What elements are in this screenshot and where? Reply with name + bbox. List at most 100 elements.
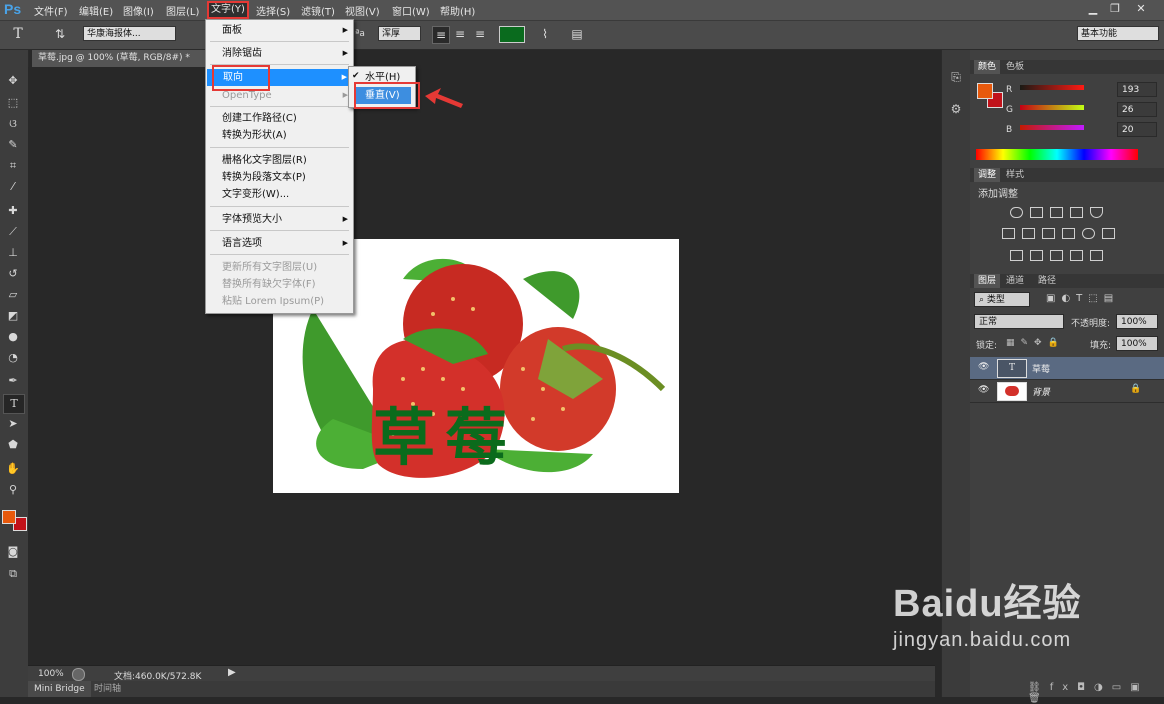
align-left-icon[interactable]: ≡ <box>432 26 450 44</box>
menu-item-paste-lorem[interactable]: 粘贴 Lorem Ipsum(P) <box>206 293 353 310</box>
restore-icon[interactable]: ❐ <box>1106 2 1124 16</box>
tab-paths[interactable]: 路径 <box>1034 274 1060 288</box>
b-value[interactable]: 20 <box>1117 122 1157 137</box>
lock-icons[interactable]: ▦✎✥🔒 <box>1006 338 1065 348</box>
r-value[interactable]: 193 <box>1117 82 1157 97</box>
curves-icon[interactable] <box>1050 207 1063 218</box>
align-right-icon[interactable]: ≡ <box>472 26 488 42</box>
invert-icon[interactable] <box>1010 250 1023 261</box>
menu-item-antialias[interactable]: 消除锯齿 ▶ <box>206 45 353 62</box>
eyedropper-tool-icon[interactable]: ⁄ <box>3 178 23 196</box>
layer-actions-bar[interactable]: ⛓fx◘◑▭▣🗑 <box>1028 682 1164 704</box>
selective-color-icon[interactable] <box>1070 250 1083 261</box>
crop-tool-icon[interactable]: ⌗ <box>3 157 23 175</box>
visibility-eye-icon[interactable]: 👁 <box>978 385 989 395</box>
align-center-icon[interactable]: ≡ <box>452 26 468 42</box>
status-arrow-icon[interactable]: ▶ <box>228 667 236 678</box>
marquee-tool-icon[interactable]: ⬚ <box>3 94 23 112</box>
canvas-text[interactable]: 草莓 <box>373 401 517 474</box>
layer-name[interactable]: 草莓 <box>1032 362 1050 375</box>
g-value[interactable]: 26 <box>1117 102 1157 117</box>
g-slider[interactable] <box>1020 105 1084 110</box>
r-slider[interactable] <box>1020 85 1084 90</box>
document-tab[interactable]: 草莓.jpg @ 100% (草莓, RGB/8#) * <box>32 50 207 67</box>
toggle-orientation-icon[interactable]: ⇅ <box>52 26 68 42</box>
pen-tool-icon[interactable]: ✒ <box>3 372 23 390</box>
menu-item-rasterize[interactable]: 栅格化文字图层(R) <box>206 152 353 169</box>
tab-mini-bridge[interactable]: Mini Bridge <box>28 681 91 697</box>
properties-panel-icon[interactable]: ⚙ <box>948 102 964 118</box>
color-spectrum[interactable] <box>976 149 1138 160</box>
quick-mask-icon[interactable]: ◙ <box>3 543 23 561</box>
menu-file[interactable]: 文件(F) <box>34 3 68 18</box>
b-slider[interactable] <box>1020 125 1084 130</box>
lasso-tool-icon[interactable]: ଓ <box>3 115 23 133</box>
history-brush-icon[interactable]: ↺ <box>3 265 23 283</box>
menu-image[interactable]: 图像(I) <box>123 3 154 18</box>
tab-adjustments[interactable]: 调整 <box>974 168 1001 182</box>
menu-item-panel[interactable]: 面板 ▶ <box>206 22 353 39</box>
move-tool-icon[interactable]: ✥ <box>3 72 23 90</box>
tab-timeline[interactable]: 时间轴 <box>90 681 125 697</box>
menu-select[interactable]: 选择(S) <box>256 3 290 18</box>
tab-styles[interactable]: 样式 <box>1002 168 1028 182</box>
layer-row-background[interactable]: 👁 背景 🔒 <box>970 380 1164 403</box>
hand-tool-icon[interactable]: ✋ <box>3 460 23 478</box>
workspace-select[interactable]: 基本功能 <box>1077 26 1159 41</box>
gradient-map-icon[interactable] <box>1090 250 1103 261</box>
tab-channels[interactable]: 通道 <box>1002 274 1028 288</box>
menu-view[interactable]: 视图(V) <box>345 3 380 18</box>
menu-layer[interactable]: 图层(L) <box>166 3 199 18</box>
healing-tool-icon[interactable]: ✚ <box>3 202 23 220</box>
layer-filter-icons[interactable]: ▣◐T⬚▤ <box>1046 293 1119 304</box>
close-icon[interactable]: ✕ <box>1132 2 1150 16</box>
posterize-icon[interactable] <box>1030 250 1043 261</box>
black-white-icon[interactable] <box>1042 228 1055 239</box>
channel-mixer-icon[interactable] <box>1082 228 1095 239</box>
history-panel-icon[interactable]: ⎘ <box>948 70 964 86</box>
vibrance-icon[interactable] <box>1090 207 1103 218</box>
type-tool-preset-icon[interactable]: T <box>10 26 26 42</box>
panel-foreground-swatch[interactable] <box>977 83 993 99</box>
color-balance-icon[interactable] <box>1022 228 1035 239</box>
threshold-icon[interactable] <box>1050 250 1063 261</box>
warp-text-icon[interactable]: ⌇ <box>537 26 553 42</box>
opacity-input[interactable]: 100% <box>1116 314 1158 329</box>
exposure-icon[interactable] <box>1070 207 1083 218</box>
hue-saturation-icon[interactable] <box>1002 228 1015 239</box>
tab-color[interactable]: 颜色 <box>974 60 1001 74</box>
menu-item-convert-to-shape[interactable]: 转换为形状(A) <box>206 127 353 144</box>
fill-input[interactable]: 100% <box>1116 336 1158 351</box>
layer-row-text[interactable]: 👁 T 草莓 <box>970 357 1164 380</box>
shape-tool-icon[interactable]: ⬟ <box>3 436 23 454</box>
text-color-swatch[interactable] <box>499 26 525 43</box>
menu-filter[interactable]: 滤镜(T) <box>301 3 335 18</box>
antialias-select[interactable]: 浑厚 <box>378 26 421 41</box>
foreground-color-swatch[interactable] <box>2 510 16 524</box>
type-tool-icon[interactable]: T <box>3 394 25 414</box>
layer-filter-select[interactable]: ⌕ 类型 <box>974 292 1030 307</box>
menu-window[interactable]: 窗口(W) <box>392 3 430 18</box>
menu-item-convert-paragraph[interactable]: 转换为段落文本(P) <box>206 169 353 186</box>
tab-layers[interactable]: 图层 <box>974 274 1001 288</box>
menu-help[interactable]: 帮助(H) <box>440 3 475 18</box>
blur-tool-icon[interactable]: ● <box>3 328 23 346</box>
minimize-icon[interactable]: ▁ <box>1084 2 1102 16</box>
zoom-tool-icon[interactable]: ⚲ <box>3 481 23 499</box>
menu-edit[interactable]: 编辑(E) <box>79 3 113 18</box>
levels-icon[interactable] <box>1030 207 1043 218</box>
stamp-tool-icon[interactable]: ⊥ <box>3 244 23 262</box>
visibility-eye-icon[interactable]: 👁 <box>978 362 989 372</box>
character-panel-icon[interactable]: ▤ <box>569 26 585 42</box>
paint-bucket-icon[interactable]: ◩ <box>3 307 23 325</box>
menu-item-language-options[interactable]: 语言选项 ▶ <box>206 235 353 252</box>
menu-item-replace-missing-fonts[interactable]: 替换所有缺欠字体(F) <box>206 276 353 293</box>
brush-tool-icon[interactable]: ⟋ <box>3 223 23 241</box>
screen-mode-icon[interactable]: ⧉ <box>3 565 23 583</box>
menu-item-font-preview-size[interactable]: 字体预览大小 ▶ <box>206 211 353 228</box>
menu-item-warp-text[interactable]: 文字变形(W)... <box>206 186 353 203</box>
eraser-tool-icon[interactable]: ▱ <box>3 286 23 304</box>
menu-type[interactable]: 文字(Y) <box>207 1 249 19</box>
menu-item-update-all-text[interactable]: 更新所有文字图层(U) <box>206 259 353 276</box>
dodge-tool-icon[interactable]: ◔ <box>3 349 23 367</box>
